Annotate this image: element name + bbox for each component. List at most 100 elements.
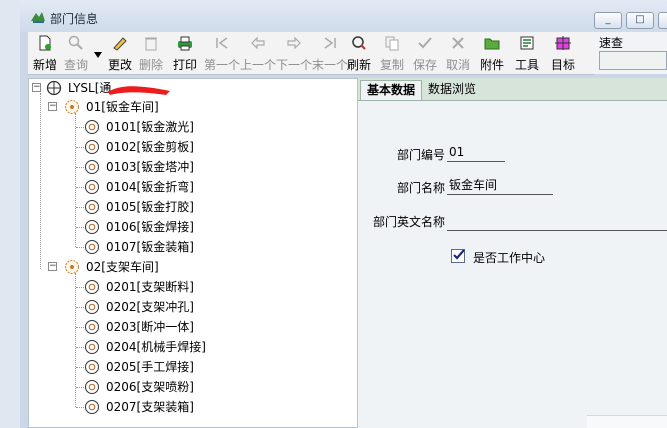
department-icon (85, 400, 99, 414)
tree-group-label: 02[支架车间] (86, 260, 159, 274)
folder-icon (484, 38, 500, 50)
tab-bar: 基本数据 数据浏览 (358, 78, 667, 101)
department-icon (85, 200, 99, 214)
left-window-edge (0, 0, 20, 428)
tree-leaf-node[interactable]: 0205[手工焊接] (84, 358, 224, 376)
cancel-button[interactable]: 取消 (445, 32, 471, 74)
app-icon (31, 12, 45, 23)
save-button[interactable]: 保存 (412, 32, 438, 74)
magnifier-icon (68, 35, 83, 50)
tree-leaf-label: 0207[支架装箱] (106, 400, 194, 414)
quick-search-input[interactable] (599, 51, 667, 70)
crosshair-globe-icon (46, 80, 62, 96)
tree-leaf-node[interactable]: 0106[钣金焊接] (84, 218, 224, 236)
tree-leaf-node[interactable]: 0202[支架冲孔] (84, 298, 224, 316)
edit-button[interactable]: 更改 (105, 32, 135, 74)
department-tree[interactable]: − LYSL[通 − 01[钣金车间] 0101[钣金激光] 0102[钣金剪板… (28, 78, 358, 428)
close-button[interactable]: ✕ (658, 12, 667, 29)
tree-group-node[interactable]: − 02[支架车间] (48, 258, 208, 276)
dropdown-arrow-button[interactable] (92, 32, 104, 74)
dept-code-label: 部门编号 (397, 148, 446, 162)
minimize-button[interactable]: _ (594, 12, 622, 29)
tree-leaf-label: 0102[钣金剪板] (106, 140, 194, 154)
tree-leaf-label: 0105[钣金打胶] (106, 200, 194, 214)
next-record-button[interactable]: 下一个 (276, 32, 312, 74)
department-icon (85, 360, 99, 374)
tree-group-label: 01[钣金车间] (86, 100, 159, 114)
tree-leaf-node[interactable]: 0207[支架装箱] (84, 398, 224, 416)
tree-leaf-label: 0107[钣金装箱] (106, 240, 194, 254)
prev-record-button[interactable]: 上一个 (240, 32, 276, 74)
tree-leaf-label: 0104[钣金折弯] (106, 180, 194, 194)
maximize-button[interactable]: □ (626, 12, 654, 29)
tree-leaf-node[interactable]: 0105[钣金打胶] (84, 198, 224, 216)
tree-connector-line (76, 187, 84, 188)
collapse-icon[interactable]: − (32, 83, 41, 92)
dept-name-field[interactable]: 钣金车间 (447, 177, 553, 195)
department-icon (85, 300, 99, 314)
department-icon (85, 320, 99, 334)
work-center-checkbox[interactable] (451, 249, 465, 263)
tree-leaf-node[interactable]: 0101[钣金激光] (84, 118, 224, 136)
new-button-label: 新增 (32, 58, 57, 72)
copy-icon (385, 36, 399, 51)
tree-connector-line (76, 287, 84, 288)
department-group-icon (65, 260, 79, 274)
dept-english-name-field[interactable] (447, 213, 667, 231)
copy-button[interactable]: 复制 (379, 32, 405, 74)
delete-button-label: 删除 (138, 58, 163, 72)
refresh-button[interactable]: 刷新 (346, 32, 372, 74)
tree-connector-line (76, 407, 84, 408)
copy-button-label: 复制 (379, 58, 404, 72)
tree-connector-line (76, 327, 84, 328)
department-icon (85, 240, 99, 254)
tree-leaf-label: 0206[支架喷粉] (106, 380, 194, 394)
cancel-button-label: 取消 (445, 58, 470, 72)
refresh-icon (352, 36, 366, 50)
tree-group-node[interactable]: − 01[钣金车间] (48, 98, 208, 116)
checkmark-icon (453, 249, 465, 260)
tree-leaf-node[interactable]: 0204[机械手焊接] (84, 338, 244, 356)
tree-connector-line (76, 227, 84, 228)
dept-name-label: 部门名称 (397, 181, 446, 195)
delete-button[interactable]: 删除 (136, 32, 166, 74)
attachment-button[interactable]: 附件 (479, 32, 505, 74)
query-button[interactable]: 查询 (61, 32, 91, 74)
first-record-label: 第一个 (204, 58, 241, 72)
tree-leaf-node[interactable]: 0206[支架喷粉] (84, 378, 224, 396)
tree-leaf-label: 0101[钣金激光] (106, 120, 194, 134)
first-record-button[interactable]: 第一个 (204, 32, 240, 74)
tree-connector-line (76, 167, 84, 168)
tree-leaf-node[interactable]: 0103[钣金塔冲] (84, 158, 224, 176)
department-icon (85, 340, 99, 354)
new-document-icon (39, 35, 51, 51)
query-button-label: 查询 (63, 58, 88, 72)
print-button[interactable]: 打印 (170, 32, 200, 74)
last-record-button[interactable]: 末一个 (312, 32, 348, 74)
tree-leaf-label: 0106[钣金焊接] (106, 220, 194, 234)
redaction-mark (108, 86, 170, 95)
tools-button[interactable]: 工具 (514, 32, 540, 74)
tab-data-browse[interactable]: 数据浏览 (422, 80, 482, 100)
checkmark-icon (418, 37, 432, 49)
tree-connector-line (76, 247, 84, 248)
collapse-icon[interactable]: − (48, 102, 57, 111)
target-button-label: 目标 (550, 58, 575, 72)
quick-search-panel: 速查 (594, 32, 667, 74)
edit-button-label: 更改 (107, 58, 132, 72)
save-button-label: 保存 (412, 58, 437, 72)
tree-leaf-node[interactable]: 0201[支架断料] (84, 278, 224, 296)
new-button[interactable]: 新增 (30, 32, 60, 74)
tree-root-node[interactable]: − LYSL[通 (32, 79, 172, 97)
tree-leaf-node[interactable]: 0107[钣金装箱] (84, 238, 224, 256)
arrow-left-icon (251, 36, 265, 50)
department-icon (85, 160, 99, 174)
dept-code-field[interactable]: 01 (447, 144, 505, 162)
target-button[interactable]: 目标 (548, 32, 578, 74)
tree-leaf-node[interactable]: 0203[断冲一体] (84, 318, 224, 336)
tree-leaf-node[interactable]: 0104[钣金折弯] (84, 178, 224, 196)
collapse-icon[interactable]: − (48, 262, 57, 271)
first-record-icon (216, 37, 228, 49)
tree-leaf-node[interactable]: 0102[钣金剪板] (84, 138, 224, 156)
tab-basic-data[interactable]: 基本数据 (360, 80, 423, 100)
